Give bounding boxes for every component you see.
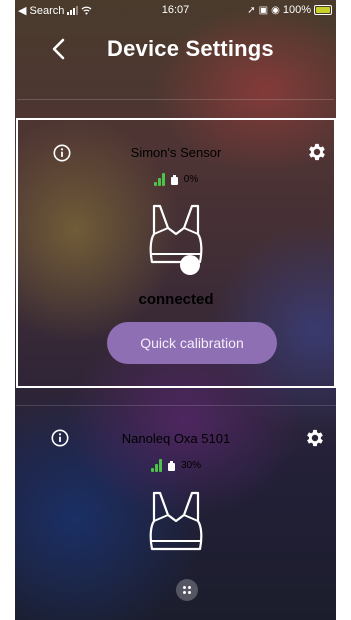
battery-level: 0% (183, 174, 199, 185)
battery-icon (167, 460, 175, 471)
chevron-left-icon[interactable] (49, 37, 69, 61)
battery-icon (170, 174, 178, 185)
device-stats: 30% (16, 459, 336, 472)
lock-rotation-icon: ▣ (258, 4, 269, 16)
battery-level: 30% (180, 460, 201, 471)
device-card-simons-sensor[interactable]: Simon's Sensor 0% connected Quick calibr… (16, 118, 336, 388)
sports-bra-icon (149, 491, 203, 551)
battery-percent: 100% (282, 4, 311, 16)
divider (17, 99, 334, 100)
device-name: Simon's Sensor (130, 145, 222, 160)
device-name: Nanoleq Oxa 5101 (121, 431, 231, 446)
battery-icon (314, 5, 332, 15)
page-title: Device Settings (107, 36, 274, 61)
gear-icon[interactable] (304, 427, 326, 449)
gear-icon[interactable] (306, 141, 328, 163)
status-bar: ◀ Search 16:07 ➚ ▣ ◉ 100% (15, 0, 336, 18)
sensor-connection-dot (180, 255, 200, 275)
location-icon: ➚ (247, 4, 256, 16)
connection-status: connected (138, 291, 214, 308)
signal-strength-icon (153, 173, 165, 186)
signal-strength-icon (150, 459, 162, 472)
drag-handle-icon[interactable] (176, 579, 198, 601)
status-right: ➚ ▣ ◉ 100% (247, 4, 332, 16)
device-card-nanoleq-oxa-5101[interactable]: Nanoleq Oxa 5101 30% (16, 405, 336, 620)
quick-calibration-button[interactable]: Quick calibration (107, 322, 277, 364)
device-stats: 0% (18, 173, 334, 186)
alarm-icon: ◉ (271, 4, 280, 16)
